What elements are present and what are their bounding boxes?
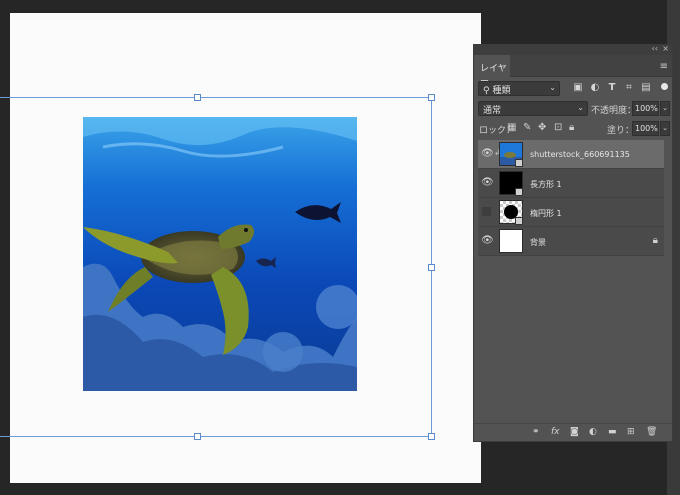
layer-name[interactable]: 背景 <box>530 237 546 248</box>
panel-menu-icon[interactable]: ≡ <box>660 61 668 72</box>
shape-badge-icon <box>515 217 523 225</box>
image-filter-icon[interactable]: ▣ <box>571 82 585 93</box>
lock-artboard-icon[interactable]: ⊡ <box>554 122 562 133</box>
fill-input[interactable]: 100% <box>632 121 659 136</box>
fill-dropdown-icon[interactable]: ⌄ <box>660 121 670 136</box>
transform-handle-top-center[interactable] <box>194 94 201 101</box>
delete-layer-icon[interactable]: 🗑︎ <box>646 427 657 437</box>
shape-filter-icon[interactable]: ⌗ <box>622 82 636 93</box>
layer-name[interactable]: 長方形 1 <box>530 179 562 190</box>
bounding-box-bottom <box>0 436 432 437</box>
smart-object-badge-icon <box>515 159 523 167</box>
panel-header: ‹‹ × <box>474 44 672 55</box>
collapse-panel-button[interactable]: ‹‹ <box>652 44 658 53</box>
kind-filter-label: 種類 <box>492 86 511 96</box>
layer-name[interactable]: shutterstock_660691135 <box>530 150 630 159</box>
shape-badge-icon <box>515 188 523 196</box>
canvas-document[interactable] <box>10 13 481 483</box>
sea-turtle-image <box>83 117 357 391</box>
layer-thumbnail-white <box>499 229 523 253</box>
lock-all-icon[interactable]: 🔒︎ <box>569 122 574 133</box>
transform-handle-middle-right[interactable] <box>428 264 435 271</box>
adjustment-layer-icon[interactable]: ◐ <box>589 427 597 437</box>
layer-row-ellipse[interactable]: 楕円形 1 <box>478 198 664 227</box>
lock-transparent-icon[interactable]: ▦ <box>507 122 516 133</box>
layer-row-rectangle[interactable]: 👁︎ 長方形 1 <box>478 169 664 198</box>
layer-list: 👁︎ ↲ shutterstock_660691135 👁︎ 長方形 1 楕円形… <box>478 140 664 256</box>
blend-mode-select[interactable]: 通常 ⌄ <box>478 101 588 116</box>
fill-label: 塗り： <box>607 126 635 136</box>
link-layers-icon[interactable]: ⚭ <box>532 427 540 437</box>
layers-panel: ‹‹ × レイヤー ≡ ⚲ 種類 ⌄ ▣ ◐ T ⌗ ▤ 通常 ⌄ 不透明度： … <box>473 44 673 442</box>
transform-handle-bottom-right[interactable] <box>428 433 435 440</box>
close-panel-button[interactable]: × <box>662 44 669 53</box>
lock-paint-icon[interactable]: ✎ <box>523 122 531 133</box>
search-icon: ⚲ <box>483 86 490 96</box>
new-layer-icon[interactable]: ⊞ <box>627 427 635 437</box>
bounding-box-top <box>0 97 432 98</box>
filter-row: ⚲ 種類 ⌄ ▣ ◐ T ⌗ ▤ <box>474 81 672 97</box>
layer-name[interactable]: 楕円形 1 <box>530 208 562 219</box>
panel-tabbar: レイヤー ≡ <box>474 55 672 87</box>
blend-row: 通常 ⌄ 不透明度： 100% ⌄ <box>474 101 672 117</box>
chevron-down-icon: ⌄ <box>577 103 584 112</box>
type-filter-icon[interactable]: T <box>605 82 619 93</box>
visibility-eye-icon[interactable]: 👁︎ <box>481 148 494 160</box>
visibility-eye-icon[interactable]: 👁︎ <box>481 177 494 189</box>
sea-turtle-photo[interactable] <box>83 117 357 391</box>
adjustment-filter-icon[interactable]: ◐ <box>588 82 602 93</box>
layer-row-shutterstock[interactable]: 👁︎ ↲ shutterstock_660691135 <box>478 140 664 169</box>
opacity-label: 不透明度： <box>591 106 637 116</box>
filter-toggle-icon[interactable] <box>661 83 668 90</box>
add-mask-icon[interactable]: ◙ <box>570 427 579 437</box>
lock-position-icon[interactable]: ✥ <box>538 122 546 133</box>
fx-icon[interactable]: fx <box>551 427 560 437</box>
smartobject-filter-icon[interactable]: ▤ <box>639 82 653 93</box>
visibility-eye-icon[interactable]: 👁︎ <box>481 235 494 247</box>
opacity-dropdown-icon[interactable]: ⌄ <box>660 101 670 116</box>
layer-kind-filter[interactable]: ⚲ 種類 ⌄ <box>478 81 560 96</box>
visibility-off-box[interactable] <box>482 207 491 216</box>
opacity-input[interactable]: 100% <box>632 101 659 116</box>
tab-layers[interactable]: レイヤー <box>474 55 510 87</box>
lock-row: ロック： ▦ ✎ ✥ ⊡ 🔒︎ 塗り： 100% ⌄ <box>474 121 672 137</box>
transform-handle-bottom-center[interactable] <box>194 433 201 440</box>
new-group-icon[interactable]: ▬ <box>608 427 617 437</box>
layers-bottom-toolbar: ⚭ fx ◙ ◐ ▬ ⊞ 🗑︎ <box>474 423 672 441</box>
background-lock-icon: 🔒︎ <box>652 235 658 246</box>
blend-mode-value: 通常 <box>483 106 502 116</box>
layer-row-background[interactable]: 👁︎ 背景 🔒︎ <box>478 227 664 256</box>
chevron-down-icon: ⌄ <box>549 83 556 92</box>
transform-handle-top-right[interactable] <box>428 94 435 101</box>
